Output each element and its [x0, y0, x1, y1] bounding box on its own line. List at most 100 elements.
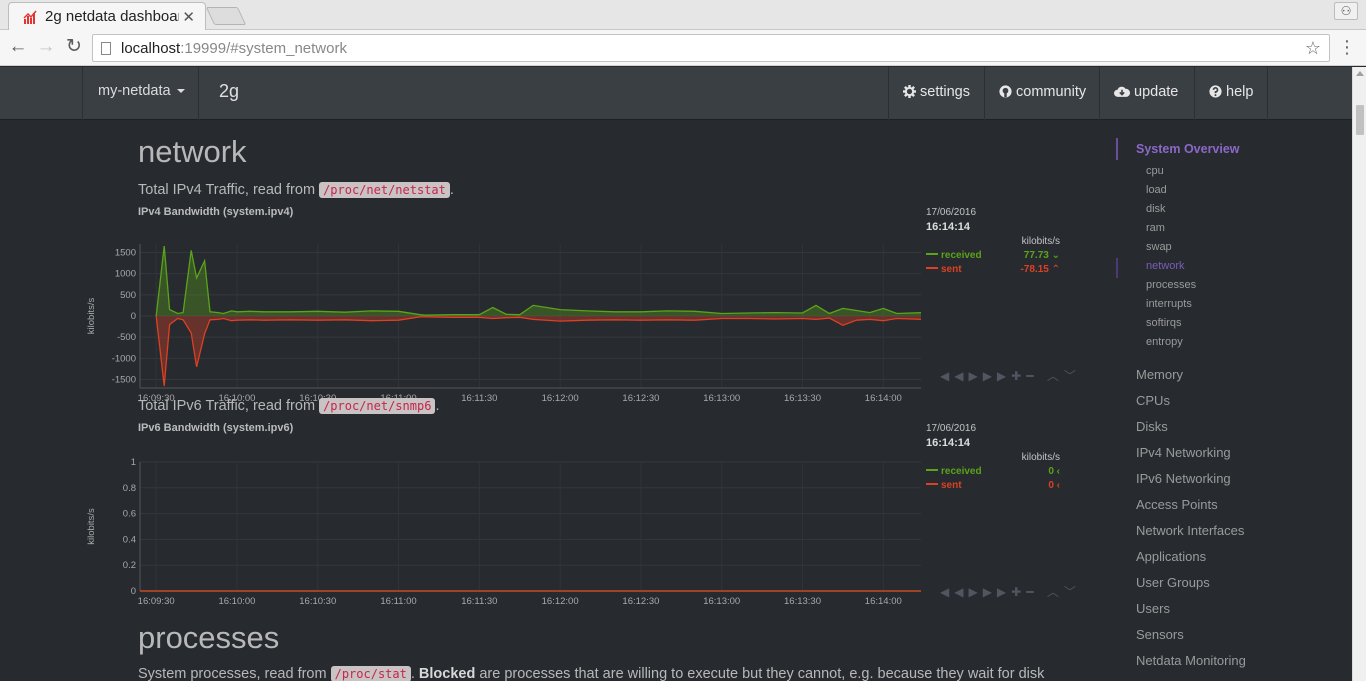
ipv4-legend-units: kilobits/s [1021, 236, 1060, 247]
side-nav-item-user-groups[interactable]: User Groups [1136, 575, 1210, 590]
side-nav-item-cpu[interactable]: cpu [1146, 165, 1164, 177]
side-nav-item-access-points[interactable]: Access Points [1136, 497, 1218, 512]
ipv6-bandwidth-chart[interactable]: 1 0.8 0.6 0.4 0.2 016:09:30 16:10:00 16:10:30 16… [80, 432, 1080, 612]
x-tick-label: 16:14:00 [865, 393, 902, 404]
side-nav-active-marker [1116, 258, 1118, 278]
netdata-favicon-icon [23, 10, 37, 24]
y-tick-label: 1000 [115, 269, 136, 280]
address-bar[interactable]: localhost:19999/#system_network ☆ [92, 34, 1330, 62]
scrollbar-thumb[interactable] [1356, 105, 1364, 135]
bookmark-star-icon[interactable]: ☆ [1305, 38, 1321, 59]
x-tick-label: 16:11:30 [461, 393, 497, 404]
new-tab-button[interactable] [205, 7, 247, 25]
help-button[interactable]: help [1194, 67, 1269, 120]
side-nav-item-swap[interactable]: swap [1146, 241, 1172, 253]
side-nav-item-ipv4-networking[interactable]: IPv4 Networking [1136, 445, 1231, 460]
processes-description: System processes, read from /proc/stat. … [138, 666, 1045, 681]
github-icon [999, 85, 1012, 98]
play-icon[interactable]: ▶ [968, 369, 982, 383]
forward-arrow-icon[interactable]: → [34, 36, 58, 60]
zoom-in-icon[interactable]: ✚ [1011, 369, 1026, 383]
browser-menu-icon[interactable]: ⋮ [1338, 36, 1356, 58]
ipv4-legend-received[interactable]: received 77.73 ⌄ [926, 250, 1060, 262]
section-title-processes: processes [138, 620, 280, 655]
side-nav-item-network[interactable]: network [1146, 260, 1185, 272]
resize-icon[interactable]: ︿﹀ [1047, 585, 1081, 599]
side-nav-item-applications[interactable]: Applications [1136, 549, 1206, 564]
community-button[interactable]: community [984, 67, 1100, 120]
ipv4-legend-sent[interactable]: sent -78.15 ⌃ [926, 264, 1060, 276]
x-tick-label: 16:14:00 [865, 596, 902, 607]
caret-down-icon [176, 89, 185, 94]
zoom-in-icon[interactable]: ✚ [1011, 585, 1026, 599]
navbar-divider [198, 67, 199, 120]
cloud-download-icon [1114, 86, 1131, 97]
series-area-received [156, 246, 921, 316]
tab-close-icon[interactable]: ✕ [182, 8, 195, 26]
side-nav-item-processes[interactable]: processes [1146, 279, 1196, 291]
side-nav-item-load[interactable]: load [1146, 184, 1167, 196]
x-tick-label: 16:13:00 [703, 393, 740, 404]
y-tick-label: 0.4 [123, 534, 136, 545]
y-axis-label: kilobits/s [86, 298, 97, 335]
pan-left-icon[interactable]: ◀◀ [940, 585, 968, 599]
y-tick-label: 0 [131, 311, 136, 322]
side-nav-item-disk[interactable]: disk [1146, 203, 1166, 215]
ipv6-legend-units: kilobits/s [1021, 452, 1060, 463]
side-nav-item-disks[interactable]: Disks [1136, 419, 1168, 434]
ipv6-legend-sent[interactable]: sent 0 ‹ [926, 480, 1060, 492]
left-arrow-icon: ‹ [1056, 466, 1060, 477]
hostname-label: 2g [219, 81, 240, 101]
ipv4-bandwidth-chart[interactable]: 150010005000-500-1000-150016:09:30 16:10:… [80, 216, 1080, 404]
side-nav-active-bar [1116, 138, 1118, 160]
resize-icon[interactable]: ︿﹀ [1047, 369, 1081, 383]
y-tick-label: -1500 [112, 375, 136, 386]
side-nav-item-memory[interactable]: Memory [1136, 367, 1183, 382]
pan-right-icon[interactable]: ▶▶ [983, 369, 1011, 383]
side-nav-item-network-interfaces[interactable]: Network Interfaces [1136, 523, 1244, 538]
browser-tab[interactable]: 2g netdata dashboard ✕ [8, 2, 206, 30]
page-scrollbar[interactable] [1352, 67, 1366, 681]
reload-icon[interactable]: ↻ [62, 36, 86, 60]
ipv6-legend-received[interactable]: received 0 ‹ [926, 466, 1060, 478]
tab-title: 2g netdata dashboard [45, 8, 179, 25]
ipv4-description: Total IPv4 Traffic, read from /proc/net/… [138, 182, 454, 198]
profile-icon[interactable]: ⚇ [1334, 2, 1358, 20]
back-arrow-icon[interactable]: ← [6, 36, 30, 60]
ipv4-legend-time: 16:14:14 [926, 221, 971, 233]
side-nav-system-overview[interactable]: System Overview [1136, 142, 1240, 156]
update-button[interactable]: update [1099, 67, 1192, 120]
pan-right-icon[interactable]: ▶▶ [983, 585, 1011, 599]
series-line-received [155, 246, 922, 317]
ipv4-chart-controls[interactable]: ◀◀▶▶▶✚━ ︿﹀ [940, 367, 1081, 384]
section-title-network: network [138, 134, 247, 169]
side-nav-item-cpus[interactable]: CPUs [1136, 393, 1170, 408]
play-icon[interactable]: ▶ [968, 585, 982, 599]
side-nav-item-users[interactable]: Users [1136, 601, 1170, 616]
zoom-out-icon[interactable]: ━ [1026, 585, 1038, 599]
x-tick-label: 16:12:30 [622, 596, 659, 607]
x-tick-label: 16:12:00 [542, 596, 579, 607]
x-tick-label: 16:10:30 [299, 596, 336, 607]
scroll-up-icon[interactable] [1356, 71, 1364, 76]
side-nav-item-softirqs[interactable]: softirqs [1146, 317, 1181, 329]
zoom-out-icon[interactable]: ━ [1026, 369, 1038, 383]
x-tick-label: 16:10:00 [218, 596, 255, 607]
side-nav-item-netdata-monitoring[interactable]: Netdata Monitoring [1136, 653, 1246, 668]
pan-left-icon[interactable]: ◀◀ [940, 369, 968, 383]
series-area-sent [156, 316, 921, 386]
ipv6-chart-controls[interactable]: ◀◀▶▶▶✚━ ︿﹀ [940, 583, 1081, 600]
ipv6-description: Total IPv6 Traffic, read from /proc/net/… [138, 398, 440, 414]
processes-source-path: /proc/stat [330, 666, 411, 681]
ipv6-source-path: /proc/net/snmp6 [319, 398, 436, 414]
settings-button[interactable]: settings [888, 67, 984, 120]
side-nav-item-entropy[interactable]: entropy [1146, 336, 1183, 348]
server-dropdown[interactable]: my-netdata [98, 83, 185, 99]
y-tick-label: 500 [120, 290, 136, 301]
side-nav-item-sensors[interactable]: Sensors [1136, 627, 1184, 642]
side-nav-item-ipv6-networking[interactable]: IPv6 Networking [1136, 471, 1231, 486]
side-nav-item-ram[interactable]: ram [1146, 222, 1165, 234]
ipv4-source-path: /proc/net/netstat [319, 182, 450, 198]
side-nav-item-interrupts[interactable]: interrupts [1146, 298, 1192, 310]
x-tick-label: 16:09:30 [138, 596, 175, 607]
